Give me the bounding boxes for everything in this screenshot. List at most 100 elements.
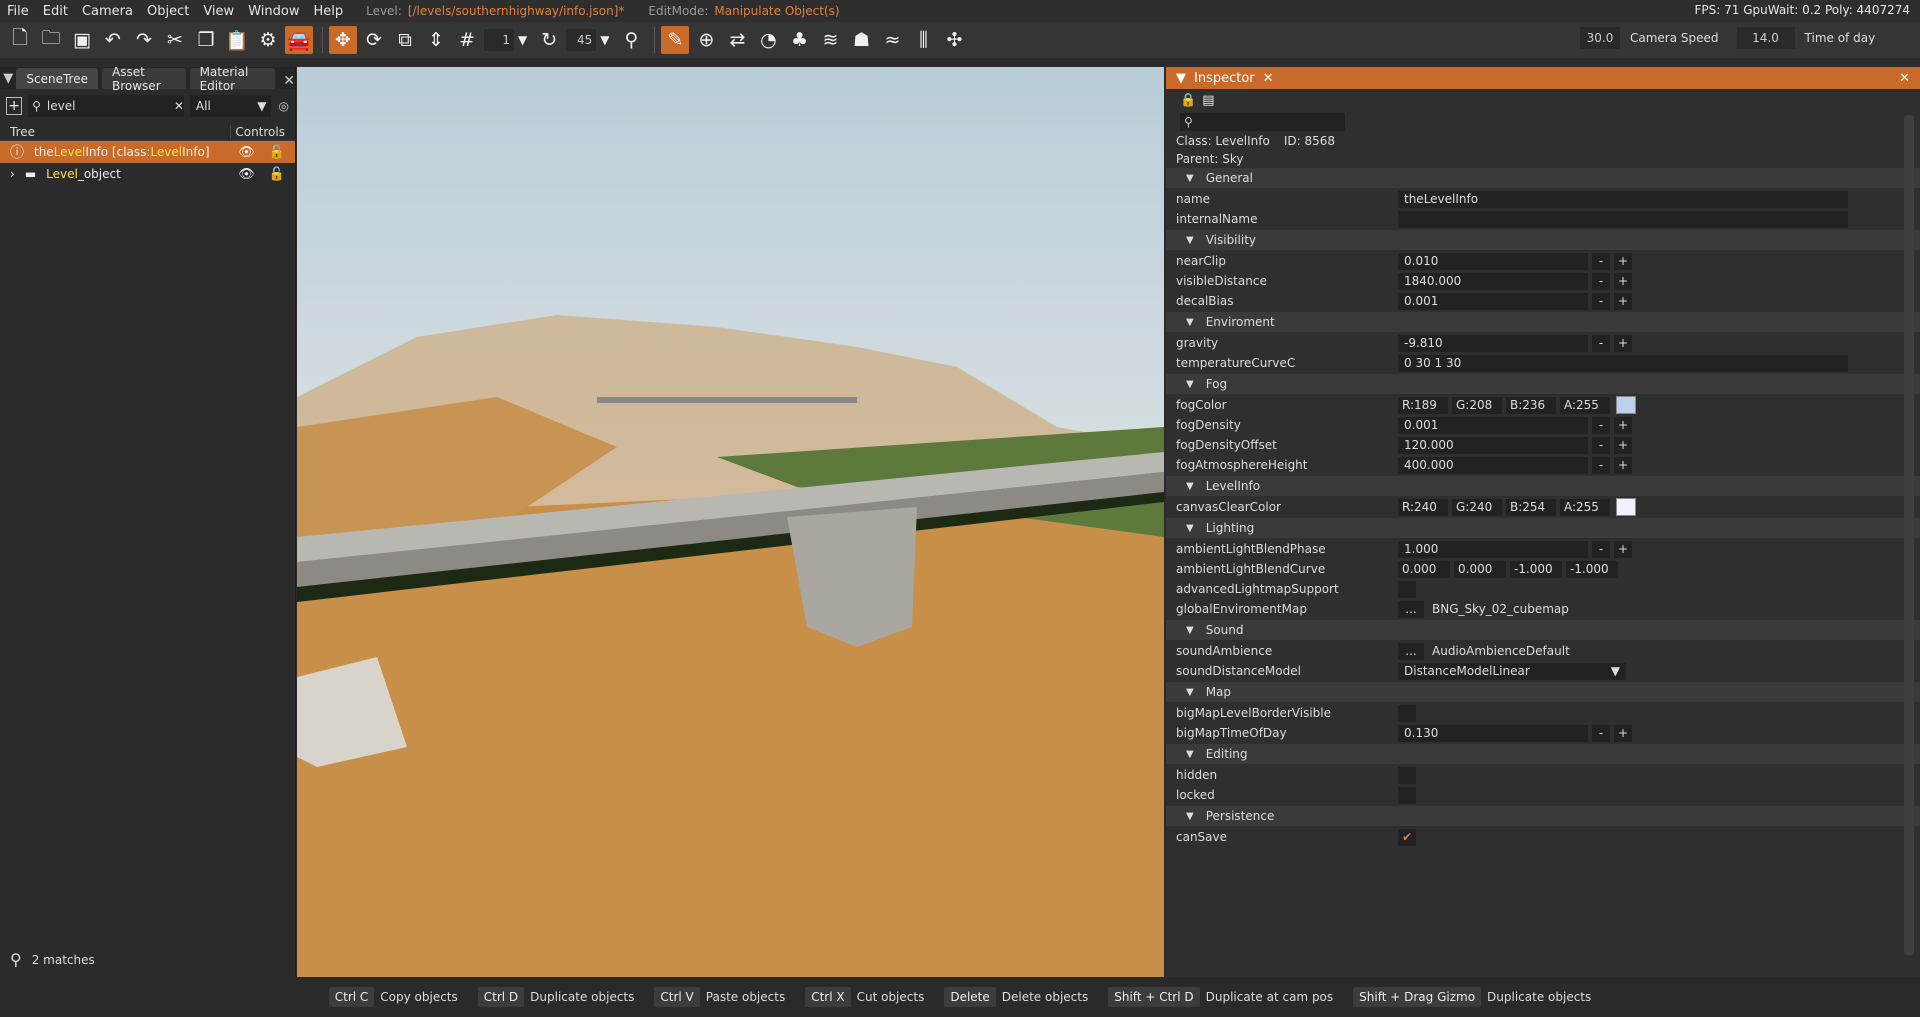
redo-icon[interactable]: ↷	[130, 26, 158, 54]
time-of-day-input[interactable]: 14.0	[1736, 27, 1795, 49]
close-tab-icon[interactable]: ✕	[1263, 71, 1274, 86]
group-lighting[interactable]: ▼ Lighting	[1166, 518, 1920, 538]
vehicle-icon[interactable]: 🚘	[285, 26, 313, 54]
lock-icon[interactable]: 🔓	[269, 167, 285, 182]
close-icon[interactable]: ✕	[283, 73, 295, 89]
terrain-layers-icon[interactable]: ≋	[816, 26, 844, 54]
prop-value-input[interactable]: 1.000	[1398, 540, 1588, 558]
visibility-eye-icon[interactable]: 👁	[238, 167, 255, 182]
clear-search-icon[interactable]: ✕	[174, 99, 184, 113]
menu-view[interactable]: View	[196, 4, 241, 19]
visibility-eye-icon[interactable]: 👁	[238, 145, 255, 160]
grid-snap-icon[interactable]: #	[453, 26, 481, 54]
river-icon[interactable]: ≈	[878, 26, 906, 54]
new-window-icon[interactable]: ▤	[1202, 93, 1214, 108]
color-b-input[interactable]: B:236	[1506, 396, 1556, 414]
distance-model-select[interactable]: DistanceModelLinear ▼	[1398, 662, 1626, 680]
menu-help[interactable]: Help	[306, 4, 350, 19]
color-g-input[interactable]: G:240	[1452, 498, 1502, 516]
decrement-button[interactable]: -	[1592, 436, 1610, 454]
color-a-input[interactable]: A:255	[1560, 498, 1610, 516]
increment-button[interactable]: +	[1614, 416, 1632, 434]
lock-icon[interactable]: 🔓	[269, 145, 285, 160]
lock-icon[interactable]: 🔒	[1180, 93, 1196, 108]
curve-value-input[interactable]: 0.000	[1454, 560, 1506, 578]
tab-scenetree[interactable]: SceneTree	[16, 68, 98, 89]
increment-button[interactable]: +	[1614, 292, 1632, 310]
road-edit-icon[interactable]: ⇄	[723, 26, 751, 54]
tree-row[interactable]: ⓘ the Level Info [class: Level Info] 👁 🔓	[0, 141, 295, 163]
prop-value-input[interactable]: 0.001	[1398, 292, 1588, 310]
radar-icon[interactable]: ◎	[279, 99, 289, 113]
snap-dropdown-icon[interactable]: ▼	[518, 33, 527, 47]
road-icon[interactable]: ⫼	[909, 26, 937, 54]
filter-select[interactable]: All ▼	[189, 95, 271, 117]
decrement-button[interactable]: -	[1592, 252, 1610, 270]
group-fog[interactable]: ▼ Fog	[1166, 374, 1920, 394]
tab-material-editor[interactable]: Material Editor	[189, 65, 276, 93]
rotate-snap-dropdown-icon[interactable]: ▼	[600, 33, 609, 47]
world-local-icon[interactable]: ⇕	[422, 26, 450, 54]
close-panel-icon[interactable]: ✕	[1899, 71, 1910, 86]
group-visibility[interactable]: ▼ Visibility	[1166, 230, 1920, 250]
checkmark-icon[interactable]: ✔	[1398, 828, 1416, 846]
increment-button[interactable]: +	[1614, 436, 1632, 454]
menu-camera[interactable]: Camera	[75, 4, 140, 19]
panel-menu-icon[interactable]: ▼	[0, 67, 16, 89]
prop-value-input[interactable]: 0.130	[1398, 724, 1588, 742]
checkbox[interactable]	[1398, 704, 1416, 722]
decrement-button[interactable]: -	[1592, 456, 1610, 474]
checkbox[interactable]	[1398, 766, 1416, 784]
snap-value-input[interactable]: 1	[484, 29, 514, 51]
expand-chevron-icon[interactable]: ›	[10, 167, 15, 181]
color-b-input[interactable]: B:254	[1506, 498, 1556, 516]
increment-button[interactable]: +	[1614, 724, 1632, 742]
color-r-input[interactable]: R:240	[1398, 498, 1448, 516]
group-enviroment[interactable]: ▼ Enviroment	[1166, 312, 1920, 332]
paste-icon[interactable]: 📋	[223, 26, 251, 54]
tree-row[interactable]: › ▬ Level _object 👁 🔓	[0, 163, 295, 185]
scale-gizmo-icon[interactable]: ⧉	[391, 26, 419, 54]
group-sound[interactable]: ▼ Sound	[1166, 620, 1920, 640]
undo-icon[interactable]: ↶	[99, 26, 127, 54]
menu-window[interactable]: Window	[241, 4, 306, 19]
inspector-search-input[interactable]: ⚲	[1180, 113, 1345, 131]
increment-button[interactable]: +	[1614, 540, 1632, 558]
menu-file[interactable]: File	[0, 4, 36, 19]
increment-button[interactable]: +	[1614, 252, 1632, 270]
copy-icon[interactable]: ❐	[192, 26, 220, 54]
curve-value-input[interactable]: -1.000	[1566, 560, 1618, 578]
group-map[interactable]: ▼ Map	[1166, 682, 1920, 702]
decrement-button[interactable]: -	[1592, 540, 1610, 558]
decrement-button[interactable]: -	[1592, 334, 1610, 352]
group-levelinfo[interactable]: ▼ LevelInfo	[1166, 476, 1920, 496]
color-r-input[interactable]: R:189	[1398, 396, 1448, 414]
rotate-snap-input[interactable]: 45	[566, 29, 597, 51]
new-file-icon[interactable]: 🗋	[6, 26, 34, 54]
group-persistence[interactable]: ▼ Persistence	[1166, 806, 1920, 826]
prop-value-input[interactable]: -9.810	[1398, 334, 1588, 352]
prop-value-input[interactable]: 1840.000	[1398, 272, 1588, 290]
menu-edit[interactable]: Edit	[36, 4, 75, 19]
tab-asset-browser[interactable]: Asset Browser	[102, 65, 186, 93]
add-icon[interactable]: +	[6, 97, 23, 115]
prop-value-input[interactable]: theLevelInfo	[1398, 190, 1848, 208]
rotate-snap-icon[interactable]: ↻	[535, 26, 563, 54]
decrement-button[interactable]: -	[1592, 272, 1610, 290]
object-edit-pencil-icon[interactable]: ✎	[661, 26, 690, 54]
curve-value-input[interactable]: 0.000	[1398, 560, 1450, 578]
color-swatch[interactable]	[1616, 498, 1636, 516]
browse-button[interactable]: ...	[1398, 642, 1424, 660]
prop-value-input[interactable]: 0 30 1 30	[1398, 354, 1848, 372]
prop-value-input[interactable]	[1398, 210, 1848, 228]
terrain-paint-icon[interactable]: ☗	[847, 26, 875, 54]
checkbox[interactable]	[1398, 580, 1416, 598]
decrement-button[interactable]: -	[1592, 724, 1610, 742]
prop-value-input[interactable]: 400.000	[1398, 456, 1588, 474]
move-gizmo-icon[interactable]: ✥	[329, 26, 357, 54]
increment-button[interactable]: +	[1614, 272, 1632, 290]
decrement-button[interactable]: -	[1592, 292, 1610, 310]
checkbox[interactable]	[1398, 786, 1416, 804]
camera-speed-input[interactable]: 30.0	[1580, 27, 1620, 49]
prop-value-input[interactable]: 0.001	[1398, 416, 1588, 434]
